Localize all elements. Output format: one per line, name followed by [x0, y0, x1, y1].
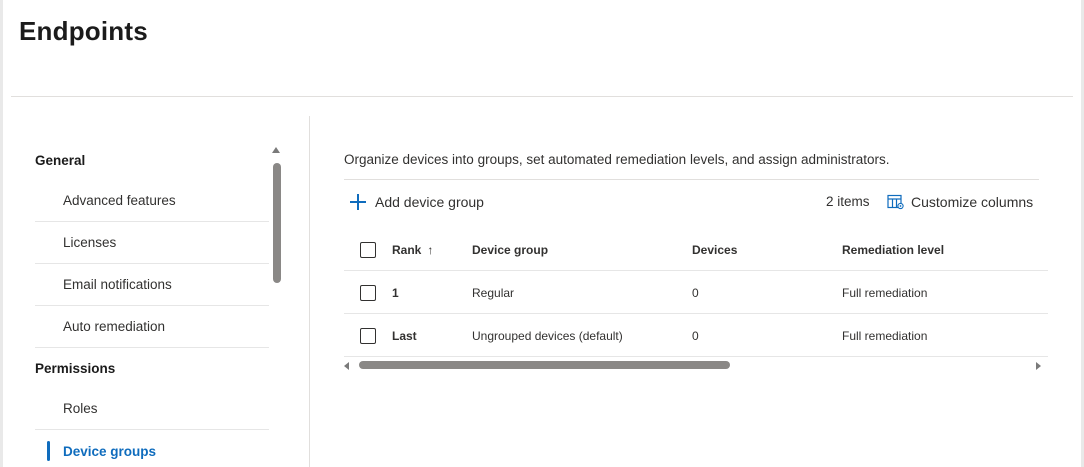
scroll-right-icon[interactable]	[1036, 362, 1041, 370]
column-header-device-group[interactable]: Device group	[472, 228, 548, 271]
page-title: Endpoints	[19, 16, 148, 46]
column-header-remediation-level[interactable]: Remediation level	[842, 228, 944, 271]
sidebar-scrollbar-thumb[interactable]	[273, 163, 281, 283]
nav-item-label: Email notifications	[63, 277, 172, 292]
column-header-rank[interactable]: Rank ↑	[392, 228, 433, 271]
cell-devices: 0	[692, 328, 699, 343]
table-header-row: Rank ↑ Device group Devices Remediation …	[344, 228, 1048, 271]
nav-item-device-groups[interactable]: Device groups	[35, 430, 269, 467]
column-header-devices[interactable]: Devices	[692, 228, 737, 271]
nav-item-label: Advanced features	[63, 193, 176, 208]
device-groups-table: Rank ↑ Device group Devices Remediation …	[344, 228, 1048, 357]
scroll-left-icon[interactable]	[344, 362, 349, 370]
sort-ascending-icon: ↑	[427, 242, 434, 257]
nav-item-auto-remediation[interactable]: Auto remediation	[35, 306, 269, 348]
nav-item-email-notifications[interactable]: Email notifications	[35, 264, 269, 306]
nav-section-general: General	[35, 152, 86, 168]
select-all-checkbox[interactable]	[360, 242, 376, 258]
customize-columns-button[interactable]: Customize columns	[887, 190, 1033, 214]
cell-device-group: Ungrouped devices (default)	[472, 328, 623, 343]
nav-item-label: Auto remediation	[63, 319, 166, 334]
table-row[interactable]: Last Ungrouped devices (default) 0 Full …	[344, 314, 1048, 357]
table-row[interactable]: 1 Regular 0 Full remediation	[344, 271, 1048, 314]
row-checkbox[interactable]	[360, 328, 376, 344]
nav-item-label: Device groups	[63, 443, 157, 459]
nav-section-permissions: Permissions	[35, 360, 116, 376]
horizontal-scrollbar[interactable]	[344, 360, 1041, 372]
nav-item-licenses[interactable]: Licenses	[35, 222, 269, 264]
table-toolbar: Add device group 2 items Customize colum…	[344, 190, 1039, 214]
nav-item-label: Roles	[63, 401, 98, 416]
add-device-group-button[interactable]: Add device group	[350, 190, 484, 214]
customize-columns-label: Customize columns	[911, 194, 1034, 210]
header-divider	[11, 96, 1073, 97]
cell-rank: 1	[392, 285, 399, 300]
plus-icon	[350, 194, 366, 210]
description-divider	[344, 179, 1039, 180]
nav-item-roles[interactable]: Roles	[35, 388, 269, 430]
cell-remediation-level: Full remediation	[842, 328, 928, 343]
item-count: 2 items	[826, 194, 870, 209]
cell-rank: Last	[392, 328, 417, 343]
customize-columns-icon	[887, 194, 904, 210]
nav-item-label: Licenses	[63, 235, 117, 250]
settings-nav: General Advanced features Licenses Email…	[35, 140, 269, 467]
cell-device-group: Regular	[472, 285, 515, 300]
cell-devices: 0	[692, 285, 699, 300]
row-checkbox[interactable]	[360, 285, 376, 301]
scroll-up-icon[interactable]	[272, 147, 280, 153]
add-device-group-label: Add device group	[375, 194, 484, 210]
pane-divider	[309, 116, 310, 467]
nav-item-advanced-features[interactable]: Advanced features	[35, 180, 269, 222]
cell-remediation-level: Full remediation	[842, 285, 928, 300]
page-description: Organize devices into groups, set automa…	[344, 152, 890, 167]
horizontal-scrollbar-thumb[interactable]	[359, 361, 730, 369]
selected-indicator	[47, 441, 50, 461]
column-header-label: Rank	[392, 242, 422, 257]
